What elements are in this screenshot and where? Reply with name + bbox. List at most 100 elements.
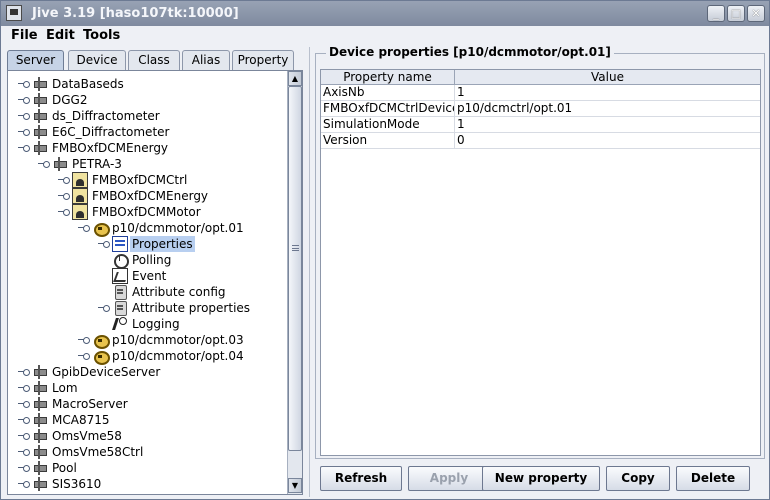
tree-node[interactable]: Pool xyxy=(8,460,287,476)
title-bar[interactable]: Jive 3.19 [haso107tk:10000] _ □ ✕ xyxy=(1,1,769,26)
tree-scrollbar[interactable]: ▲ ▼ xyxy=(287,71,302,494)
expand-handle-icon[interactable] xyxy=(18,145,30,152)
server-icon xyxy=(32,108,48,124)
property-value-cell[interactable]: p10/dcmctrl/opt.01 xyxy=(455,101,760,117)
tree-node[interactable]: FMBOxfDCMEnergy xyxy=(8,188,287,204)
expand-handle-icon[interactable] xyxy=(58,177,70,184)
refresh-button[interactable]: Refresh xyxy=(320,466,402,491)
property-value-cell[interactable]: 1 xyxy=(455,117,760,133)
event-icon xyxy=(112,268,128,284)
tree-node[interactable]: Properties xyxy=(8,236,287,252)
tree-node[interactable]: p10/dcmmotor/opt.04 xyxy=(8,348,287,365)
tree-node[interactable]: Logging xyxy=(8,316,287,332)
tree-node[interactable]: SIS3610 xyxy=(8,476,287,492)
split-pane-divider[interactable] xyxy=(305,47,315,497)
copy-button[interactable]: Copy xyxy=(606,466,670,491)
new-property-button[interactable]: New property xyxy=(482,466,600,491)
maximize-button[interactable]: □ xyxy=(727,5,745,22)
expand-handle-icon[interactable] xyxy=(18,465,30,472)
expand-handle-icon[interactable] xyxy=(98,305,110,312)
expand-handle-icon[interactable] xyxy=(18,113,30,120)
tree-node-label: MacroServer xyxy=(52,397,128,411)
tree-node[interactable]: DGG2 xyxy=(8,92,287,108)
scroll-thumb[interactable] xyxy=(288,86,302,451)
tree-node[interactable]: MCA8715 xyxy=(8,412,287,428)
tree-node[interactable]: FMBOxfDCMEnergy xyxy=(8,140,287,156)
expand-handle-icon[interactable] xyxy=(18,129,30,136)
expand-handle-icon[interactable] xyxy=(18,81,30,88)
expand-handle-icon[interactable] xyxy=(18,401,30,408)
expand-handle-icon[interactable] xyxy=(38,161,50,168)
property-name-cell[interactable]: AxisNb xyxy=(321,85,455,101)
tree-node[interactable]: p10/dcmmotor/opt.03 xyxy=(8,332,287,349)
property-value-cell[interactable]: 0 xyxy=(455,133,760,149)
minimize-button[interactable]: _ xyxy=(707,5,725,22)
app-icon[interactable] xyxy=(6,5,22,21)
property-name-cell[interactable]: Version xyxy=(321,133,455,149)
expand-handle-icon[interactable] xyxy=(58,209,70,216)
table-row[interactable]: AxisNb 1 xyxy=(321,85,760,101)
tree-node[interactable]: ds_Diffractometer xyxy=(8,108,287,124)
tree-node[interactable]: Polling xyxy=(8,252,287,269)
tree-node[interactable]: Attribute config xyxy=(8,284,287,300)
scroll-up-button[interactable]: ▲ xyxy=(288,71,302,86)
device-properties-group: Device properties [p10/dcmmotor/opt.01] … xyxy=(315,45,765,459)
close-button[interactable]: ✕ xyxy=(747,5,765,22)
property-value-cell[interactable]: 1 xyxy=(455,85,760,101)
expand-handle-icon[interactable] xyxy=(18,481,30,488)
tree-node-label: Attribute config xyxy=(132,285,226,299)
scroll-down-button[interactable]: ▼ xyxy=(288,478,302,493)
tree-node-label: Lom xyxy=(52,381,78,395)
expand-handle-icon[interactable] xyxy=(18,433,30,440)
menu-bar: File Edit Tools xyxy=(1,26,769,45)
tree-node[interactable]: FMBOxfDCMMotor xyxy=(8,204,287,220)
tree-node[interactable]: DataBaseds xyxy=(8,76,287,92)
tree-node[interactable]: Attribute properties xyxy=(8,300,287,316)
menu-file[interactable]: File xyxy=(11,28,38,43)
polling-icon xyxy=(112,252,129,269)
tree-node-label: p10/dcmmotor/opt.04 xyxy=(112,349,244,363)
tree-node[interactable]: Event xyxy=(8,268,287,284)
expand-handle-icon[interactable] xyxy=(18,385,30,392)
tab-class[interactable]: Class xyxy=(128,50,180,70)
server-tree[interactable]: DataBaseds DGG2 ds_Diffractometer E6C_Diffr… xyxy=(8,71,287,494)
tab-alias[interactable]: Alias xyxy=(182,50,230,70)
delete-button[interactable]: Delete xyxy=(676,466,750,491)
tree-node[interactable]: p10/dcmmotor/opt.01 xyxy=(8,220,287,237)
tree-node[interactable]: PETRA-3 xyxy=(8,156,287,172)
column-header-value[interactable]: Value xyxy=(455,70,760,85)
tree-node[interactable]: GpibDeviceServer xyxy=(8,364,287,380)
table-row[interactable]: SimulationMode 1 xyxy=(321,117,760,133)
tree-node[interactable]: Lom xyxy=(8,380,287,396)
tree-node[interactable]: FMBOxfDCMCtrl xyxy=(8,172,287,188)
expand-handle-icon[interactable] xyxy=(18,369,30,376)
device-icon xyxy=(92,220,110,237)
table-row[interactable]: Version 0 xyxy=(321,133,760,149)
tab-device[interactable]: Device xyxy=(68,50,126,70)
property-name-cell[interactable]: SimulationMode xyxy=(321,117,455,133)
expand-handle-icon[interactable] xyxy=(78,225,90,232)
tree-node[interactable]: OmsVme58Ctrl xyxy=(8,444,287,460)
expand-handle-icon[interactable] xyxy=(58,193,70,200)
expand-handle-icon[interactable] xyxy=(78,353,90,360)
expand-handle-icon[interactable] xyxy=(18,417,30,424)
property-name-cell[interactable]: FMBOxfDCMCtrlDevice xyxy=(321,101,455,117)
device-icon xyxy=(92,348,110,365)
table-row[interactable]: FMBOxfDCMCtrlDevice p10/dcmctrl/opt.01 xyxy=(321,101,760,117)
tree-node[interactable]: OmsVme58 xyxy=(8,428,287,444)
expand-handle-icon[interactable] xyxy=(98,241,110,248)
tree-node[interactable]: MacroServer xyxy=(8,396,287,412)
expand-handle-icon[interactable] xyxy=(18,449,30,456)
tab-property[interactable]: Property xyxy=(232,50,294,70)
column-header-property-name[interactable]: Property name xyxy=(321,70,455,85)
tab-server[interactable]: Server xyxy=(7,50,64,70)
apply-button[interactable]: Apply xyxy=(408,466,490,491)
tree-node-label: p10/dcmmotor/opt.01 xyxy=(112,221,244,235)
expand-handle-icon[interactable] xyxy=(18,97,30,104)
server-icon xyxy=(32,92,48,108)
expand-handle-icon[interactable] xyxy=(78,337,90,344)
menu-edit[interactable]: Edit xyxy=(46,28,75,43)
menu-tools[interactable]: Tools xyxy=(83,28,120,43)
tree-node[interactable]: E6C_Diffractometer xyxy=(8,124,287,140)
properties-table[interactable]: Property name Value AxisNb 1 FMBOxfDCMCtrl… xyxy=(320,69,761,456)
